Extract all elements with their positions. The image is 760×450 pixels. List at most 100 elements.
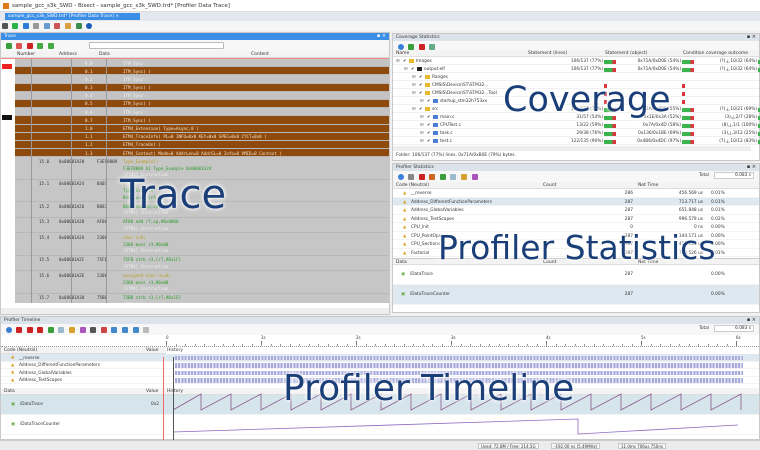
coverage-row[interactable]: ⊞ ✔ Images 106/137 (77%) 0x71A/0xD0E (54%) (?… — [393, 57, 760, 65]
filter-icon[interactable] — [418, 174, 425, 180]
expand-icon[interactable]: ⊞ — [404, 67, 408, 72]
binoculars-icon[interactable] — [90, 327, 97, 333]
function-icon[interactable] — [450, 174, 457, 180]
export-icon[interactable] — [16, 43, 23, 49]
close-icon[interactable]: ▪ × — [747, 164, 756, 170]
checkbox-icon[interactable]: ✔ — [427, 99, 431, 104]
expand-icon[interactable]: ⊞ — [420, 99, 424, 104]
col-data[interactable]: Data — [99, 52, 110, 57]
function-icon[interactable] — [58, 327, 65, 333]
expand-icon[interactable]: ⊞ — [412, 75, 416, 80]
statistics-row[interactable]: ▲ Address_GlobalVariables 287 651.848 us 0.0… — [393, 206, 759, 215]
col-code[interactable]: Code (Neutral) — [396, 183, 429, 188]
history-bar[interactable] — [175, 378, 743, 383]
col-history[interactable]: History — [167, 348, 183, 353]
filter-icon[interactable] — [26, 43, 33, 49]
col-statement-object[interactable]: Statement (object) — [605, 51, 648, 56]
timeline-code-row[interactable]: ▲ Address_TestScopes — [1, 377, 759, 384]
expand-icon[interactable]: ⊞ — [420, 139, 424, 144]
zoom-fit-icon[interactable] — [132, 327, 139, 333]
trace-search-input[interactable] — [89, 42, 224, 49]
checkbox-icon[interactable]: ✔ — [427, 115, 431, 120]
refresh-icon[interactable] — [79, 327, 86, 333]
grid-icon[interactable] — [408, 174, 415, 180]
statistics-row[interactable]: ▲ __reverse 286 456.569 us 0.01% — [393, 189, 759, 198]
checkbox-icon[interactable]: ✔ — [419, 91, 423, 96]
document-tab[interactable]: sample_gcc_s3k_SWD.trd* [Profiler Data T… — [5, 13, 140, 20]
checkbox-icon[interactable]: ✔ — [419, 75, 423, 80]
checkbox-icon[interactable]: ✔ — [427, 123, 431, 128]
stop-icon[interactable] — [33, 23, 40, 29]
col-content[interactable]: Content — [251, 52, 269, 57]
expand-icon[interactable]: ⊞ — [420, 115, 424, 120]
chart-icon[interactable] — [65, 23, 72, 29]
coverage-row[interactable]: ⊞ ✔ startup_stm32h753xx — [393, 97, 759, 105]
checkbox-icon[interactable]: ✔ — [411, 67, 415, 72]
run-icon[interactable] — [12, 23, 19, 29]
coverage-row[interactable]: ⊞ ✔ output.elf 106/137 (77%) 0x71A/0xD0E (54… — [393, 65, 760, 73]
expand-icon[interactable]: ⊞ — [412, 91, 416, 96]
col-address[interactable]: Address — [59, 52, 77, 57]
timeline-ruler[interactable]: 0 1s 2s 3s 4s 5s 6s — [1, 335, 759, 347]
filter-icon[interactable] — [37, 327, 44, 333]
statistics-row[interactable]: ▲ Address_DifferentFunctionParameters 287 7… — [393, 197, 759, 206]
data-icon[interactable] — [461, 174, 468, 180]
bookmark-marker-black[interactable] — [2, 115, 12, 120]
checkbox-icon[interactable]: ✔ — [427, 139, 431, 144]
col-code[interactable]: Code (Neutral) — [4, 348, 37, 353]
arrow-down-icon[interactable] — [47, 43, 54, 49]
data-icon[interactable] — [69, 327, 76, 333]
statistics-row[interactable]: ▲ CPU_Sections 287 413.123 us 0.00% — [393, 240, 759, 249]
coverage-row[interactable]: ⊞ ✔ CMSIS\Device\ST\STM32...Tool — [393, 89, 759, 97]
expand-icon[interactable]: ⊞ — [420, 123, 424, 128]
timeline-code-row[interactable]: ▲ __reverse — [1, 354, 759, 362]
statistics-row[interactable]: ▲ CPU_Init 0 0 ns 0.00% — [393, 223, 759, 232]
col-net-time[interactable]: Net Time — [638, 183, 658, 188]
expand-icon[interactable]: ⊞ — [420, 131, 424, 136]
zoom-select-icon[interactable] — [100, 327, 107, 333]
profile-icon[interactable] — [75, 23, 82, 29]
wrench-icon[interactable] — [1, 23, 8, 29]
coverage-hscrollbar[interactable] — [393, 146, 751, 151]
checkbox-icon[interactable]: ✔ — [427, 131, 431, 136]
statistics-data-row[interactable]: ▣ iDataTrace 287 0.00% — [393, 265, 759, 285]
step-icon[interactable] — [22, 23, 29, 29]
check-icon[interactable] — [5, 43, 12, 49]
checkbox-icon[interactable]: ✔ — [419, 107, 423, 112]
refresh-icon[interactable] — [471, 174, 478, 180]
col-number[interactable]: Number — [17, 52, 35, 57]
statistics-data-row[interactable]: ▣ iDataTraceCounter 287 0.00% — [393, 285, 759, 305]
filter-icon[interactable] — [16, 327, 23, 333]
filter-icon[interactable] — [26, 327, 33, 333]
arrow-up-icon[interactable] — [37, 43, 44, 49]
coverage-row[interactable]: ⊞ ✔ Ranges — [393, 73, 759, 81]
col-name[interactable]: Name — [396, 51, 409, 56]
close-icon[interactable]: ▪ × — [747, 34, 756, 40]
window-icon[interactable] — [43, 23, 50, 29]
coverage-row[interactable]: ⊞ ✔ src 106/137 (77%) 0x71A/0xB0E (55%) (?),¿… — [393, 105, 760, 113]
bookmark-marker-red[interactable] — [2, 64, 12, 69]
coverage-row[interactable]: ⊞ ✔ CMSIS\Device\ST\STM32... — [393, 81, 759, 89]
col-value[interactable]: Value — [146, 389, 158, 394]
globe-icon[interactable] — [397, 174, 404, 180]
col-value[interactable]: Value — [146, 348, 158, 353]
history-bar[interactable] — [175, 355, 743, 360]
close-icon[interactable]: ▪ × — [747, 317, 756, 323]
zoom-reset-icon[interactable] — [143, 327, 150, 333]
trace-hscrollbar[interactable] — [1, 308, 389, 314]
expand-icon[interactable]: ⊞ — [412, 83, 416, 88]
check-icon[interactable] — [47, 327, 54, 333]
coverage-row[interactable]: ⊞ ✔ CPUTest.c 13/22 (59%) 0x7A/0x4D (58%) (8)… — [393, 121, 760, 129]
col-condition[interactable]: Condition coverage outcome — [683, 51, 748, 56]
expand-icon[interactable]: ⊞ — [396, 59, 400, 64]
record-icon[interactable] — [54, 23, 61, 29]
close-icon[interactable]: ▪ × — [377, 33, 386, 39]
coverage-row[interactable]: ⊞ ✔ task.c 29/38 (76%) 0x136/0x1BE (69%) (3),… — [393, 129, 760, 137]
zoom-in-icon[interactable] — [111, 327, 118, 333]
zoom-out-icon[interactable] — [122, 327, 129, 333]
col-statement-lines[interactable]: Statement (lines) — [528, 51, 567, 56]
col-data[interactable]: Data — [4, 389, 15, 394]
statistics-row[interactable]: ▲ Factorial 287 733.526 us 0.01% — [393, 249, 759, 257]
expand-icon[interactable]: ⊞ — [412, 107, 416, 112]
col-count[interactable]: Count — [543, 183, 556, 188]
